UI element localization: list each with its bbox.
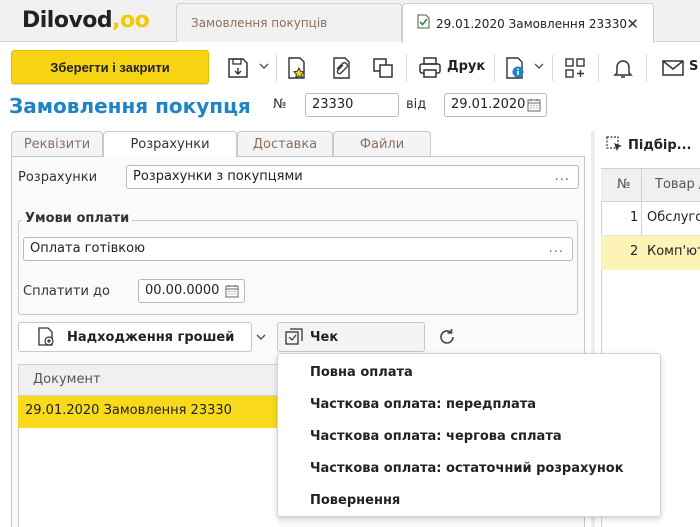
- close-icon[interactable]: ✕: [626, 15, 639, 33]
- printer-icon[interactable]: [417, 55, 443, 81]
- check-dropdown-menu: Повна оплата Часткова оплата: передплата…: [277, 353, 661, 517]
- settlements-field[interactable]: Розрахунки з покупцями ...: [126, 165, 579, 189]
- toolbar-divider: [646, 55, 647, 81]
- grid-empty-area: [18, 428, 278, 527]
- menu-item-regular-payment[interactable]: Часткова оплата: чергова сплата: [310, 429, 562, 444]
- tab-customer-orders[interactable]: Замовлення покупців: [176, 3, 402, 42]
- ellipsis-icon[interactable]: ...: [555, 169, 570, 184]
- calendar-icon[interactable]: [225, 284, 239, 298]
- payment-terms-group: [18, 220, 578, 315]
- column-header-number[interactable]: №: [617, 177, 631, 192]
- menu-item-final-payment[interactable]: Часткова оплата: остаточний розрахунок: [310, 461, 624, 476]
- toolbar-divider: [276, 55, 277, 81]
- favorite-document-icon[interactable]: [284, 55, 310, 81]
- calendar-icon[interactable]: [527, 98, 541, 112]
- add-grid-icon[interactable]: [562, 55, 588, 81]
- document-column-header[interactable]: Документ: [18, 364, 278, 396]
- column-header-goods[interactable]: Товар /: [655, 177, 700, 192]
- menu-item-refund[interactable]: Повернення: [310, 493, 400, 508]
- send-icon[interactable]: [660, 55, 686, 81]
- print-button[interactable]: Друк: [447, 59, 485, 74]
- app-logo[interactable]: Dilovod,oo: [22, 8, 150, 33]
- toolbar-divider: [494, 55, 495, 81]
- tab-files[interactable]: Файли: [333, 131, 431, 156]
- chevron-down-icon[interactable]: [255, 331, 267, 345]
- save-icon[interactable]: [225, 55, 251, 81]
- toolbar-divider: [598, 55, 599, 81]
- payment-terms-legend: Умови оплати: [22, 211, 133, 226]
- menu-item-prepayment[interactable]: Часткова оплата: передплата: [310, 397, 536, 412]
- pay-until-field[interactable]: 00.00.0000: [138, 279, 245, 303]
- toolbar-divider: [552, 55, 553, 81]
- document-add-icon: [37, 327, 55, 347]
- number-label: №: [273, 97, 287, 112]
- receipt-icon: [284, 327, 304, 347]
- toolbar-divider: [406, 55, 407, 81]
- chevron-down-icon[interactable]: [258, 60, 270, 74]
- cursor-select-icon: [606, 136, 624, 154]
- selection-button[interactable]: Підбір...: [606, 136, 692, 154]
- tab-delivery[interactable]: Доставка: [237, 131, 333, 156]
- pay-until-label: Сплатити до: [23, 284, 110, 299]
- bell-icon[interactable]: [610, 55, 636, 81]
- tab-requisites[interactable]: Реквізити: [11, 131, 103, 156]
- attachment-icon[interactable]: [329, 55, 355, 81]
- menu-item-full-payment[interactable]: Повна оплата: [310, 365, 413, 380]
- toolbar: Зберегти і закрити Друк S: [0, 42, 700, 92]
- document-info-icon[interactable]: [502, 55, 528, 81]
- payment-method-field[interactable]: Оплата готівкою ...: [23, 237, 573, 261]
- row-goods-name[interactable]: Комп'ют: [647, 244, 700, 259]
- tab-bar: Dilovod,oo Замовлення покупців 29.01.202…: [0, 0, 700, 43]
- tab-label: 29.01.2020 Замовлення 23330: [436, 16, 627, 31]
- table-row[interactable]: 29.01.2020 Замовлення 23330: [18, 396, 278, 428]
- copy-icon[interactable]: [370, 55, 396, 81]
- refresh-icon[interactable]: [434, 324, 460, 350]
- tab-label: Замовлення покупців: [191, 16, 328, 30]
- tab-settlements[interactable]: Розрахунки: [103, 131, 237, 157]
- row-number: 2: [630, 244, 639, 259]
- row-goods-name[interactable]: Обслуго: [647, 210, 700, 225]
- check-button[interactable]: Чек: [277, 322, 425, 352]
- tab-current-order[interactable]: 29.01.2020 Замовлення 23330 ✕: [402, 3, 654, 43]
- ellipsis-icon[interactable]: ...: [549, 241, 564, 256]
- row-number: 1: [630, 210, 639, 225]
- page-title: Замовлення покупця: [9, 94, 251, 118]
- money-receipt-button[interactable]: Надходження грошей: [18, 322, 252, 352]
- document-date-field[interactable]: 29.01.2020: [444, 93, 547, 117]
- settlements-label: Розрахунки: [18, 170, 98, 185]
- document-check-icon: [417, 14, 430, 33]
- chevron-down-icon[interactable]: [533, 60, 545, 74]
- document-number-field[interactable]: 23330: [305, 93, 399, 117]
- date-label: від: [406, 97, 427, 112]
- send-button-label[interactable]: S: [689, 59, 698, 74]
- save-and-close-button[interactable]: Зберегти і закрити: [11, 50, 209, 84]
